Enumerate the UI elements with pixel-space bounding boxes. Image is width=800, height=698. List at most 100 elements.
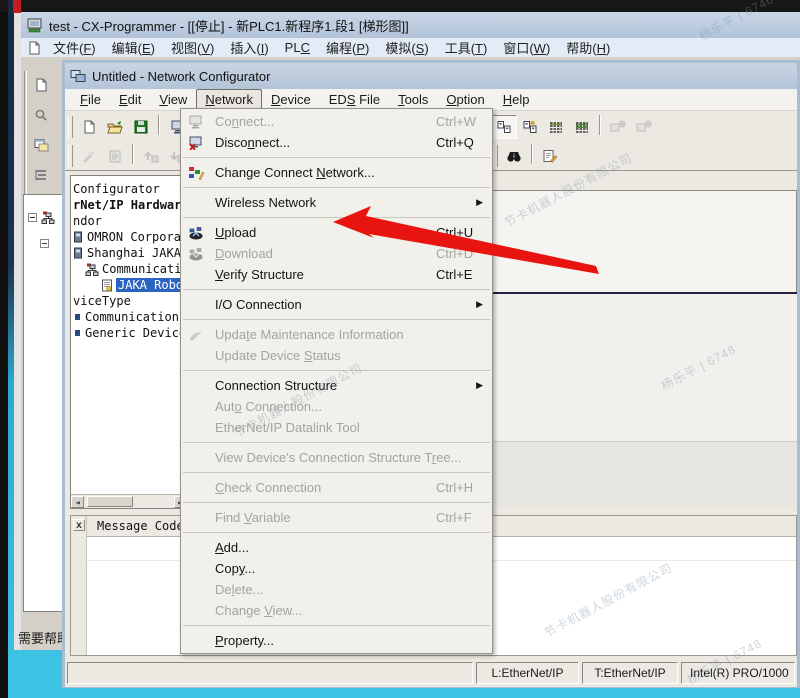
menu-separator [183,187,490,188]
menu-item-wireless-network[interactable]: Wireless Network▶ [181,192,492,213]
cx-menu-program[interactable]: 编程(P) [318,37,377,58]
menu-item-auto-connection[interactable]: Auto Connection... [181,396,492,417]
menu-item-add[interactable]: Add... [181,537,492,558]
cx-menu-tools[interactable]: 工具(T) [437,37,496,58]
tree-item-label: rNet/IP Hardware [73,198,188,212]
tree-item-label: Communication [102,262,188,276]
tree-item-generic-device[interactable]: Generic Device [71,325,187,341]
nc-menu-eds-file[interactable]: EDS File [320,89,389,110]
menu-item-update-device-status[interactable]: Update Device Status [181,345,492,366]
menu-item-disconnect[interactable]: Disconnect...Ctrl+Q [181,132,492,153]
tree-item-omron[interactable]: OMRON Corporatio [71,229,187,245]
layout-device-button[interactable] [491,115,517,139]
nc-menu-label: Help [503,92,530,107]
add-device-icon [610,120,626,134]
menu-item-delete[interactable]: Delete... [181,579,492,600]
net-upload-button[interactable] [138,144,164,168]
cx-menu-insert[interactable]: 插入(I) [222,37,276,58]
menu-item-copy[interactable]: Copy... [181,558,492,579]
nc-menu-file[interactable]: File [71,89,110,110]
menu-item-io-connection[interactable]: I/O Connection▶ [181,294,492,315]
menu-item-connect[interactable]: Connect...Ctrl+W [181,111,492,132]
connect-icon [188,113,208,130]
menu-item-ethernet-ip-datalink-tool[interactable]: EtherNet/IP Datalink Tool [181,417,492,438]
menu-item-label: Wireless Network [215,195,316,210]
new-file-button[interactable] [29,73,53,97]
nc-menu-device[interactable]: Device [262,89,320,110]
left-edge-red-marker [13,0,21,13]
tree-item-ethernet-ip-hardware[interactable]: rNet/IP Hardware [71,197,187,213]
menu-item-property[interactable]: Property... [181,630,492,651]
nc-titlebar[interactable]: Untitled - Network Configurator [65,63,797,89]
toolbar-handle[interactable] [493,145,498,167]
tree-item-device-type[interactable]: viceType [71,293,187,309]
nc-menu-tools[interactable]: Tools [389,89,437,110]
tree-item-shanghai-jaka[interactable]: Shanghai JAKA Ro [71,245,187,261]
tree-collapse-icon[interactable] [28,213,37,222]
clipboard-button[interactable] [102,144,128,168]
tree-item-jaka-robot[interactable]: JAKA Robot [71,277,187,293]
tree-horizontal-scrollbar[interactable]: ◄ ► [71,494,187,508]
add-device-button[interactable] [605,115,631,139]
nc-menu-network[interactable]: Network [196,89,262,110]
tree-item-communications-adapter[interactable]: Communications A [71,309,187,325]
window-button[interactable] [29,133,53,157]
tree-collapse-icon[interactable] [40,239,49,248]
cx-menu-edit[interactable]: 编辑(E) [104,37,163,58]
tree-item-vendor[interactable]: ndor [71,213,187,229]
menu-item-verify-structure[interactable]: Verify StructureCtrl+E [181,264,492,285]
menu-item-change-view[interactable]: Change View... [181,600,492,621]
scroll-left-icon[interactable]: ◄ [71,496,84,508]
menu-shortcut: Ctrl+Q [432,135,482,150]
tree-item-label: ndor [73,214,102,228]
find-button[interactable] [501,144,527,168]
submenu-arrow-icon: ▶ [476,299,483,310]
scrollbar-thumb[interactable] [87,496,133,507]
table-view-button[interactable] [543,115,569,139]
tree-item-configurator[interactable]: Configurator [71,181,187,197]
save-button[interactable] [128,115,154,139]
menu-item-label: Delete... [215,582,263,597]
cx-menu-help[interactable]: 帮助(H) [558,37,618,58]
remove-device-button[interactable] [631,115,657,139]
open-button[interactable] [102,115,128,139]
menu-item-upload[interactable]: UploadCtrl+U [181,222,492,243]
table-view2-button[interactable] [569,115,595,139]
vendor-icon [73,231,84,243]
cx-project-tree[interactable] [23,194,64,612]
nc-menu-label: Option [446,92,484,107]
cx-menu-file[interactable]: 文件(F) [45,37,104,58]
cx-titlebar[interactable]: test - CX-Programmer - [[停止] - 新PLC1.新程序… [21,12,800,38]
edit-param-button[interactable] [537,144,563,168]
close-message-pane-button[interactable]: x [73,519,85,531]
message-pane-toolbar: x [71,516,87,655]
nc-menu-help[interactable]: Help [494,89,539,110]
menu-separator [183,625,490,626]
cx-menu-view[interactable]: 视图(V) [163,37,222,58]
new-file-button[interactable] [76,115,102,139]
menu-item-change-connect-network[interactable]: Change Connect Network... [181,162,492,183]
cx-menu-window[interactable]: 窗口(W) [495,37,558,58]
nc-menu-option[interactable]: Option [437,89,493,110]
nc-menu-edit[interactable]: Edit [110,89,150,110]
wizard-button[interactable] [76,144,102,168]
tree-item-communication[interactable]: Communication [71,261,187,277]
zoom-button[interactable] [29,103,53,127]
menu-item-view-device-connection-structure-tree[interactable]: View Device's Connection Structure Tree.… [181,447,492,468]
layout-device2-button[interactable] [517,115,543,139]
menu-item-find-variable[interactable]: Find VariableCtrl+F [181,507,492,528]
toolbar-handle[interactable] [68,116,73,138]
toolbar-separator [132,144,134,164]
menu-item-check-connection[interactable]: Check ConnectionCtrl+H [181,477,492,498]
toolbar-handle[interactable] [68,145,73,167]
tree-item-label: Communications A [85,310,188,324]
rungs-button[interactable] [29,163,53,187]
nc-menu-view[interactable]: View [150,89,196,110]
menu-item-label: Upload [215,225,256,240]
cx-menu-plc[interactable]: PLC [277,39,318,56]
menu-shortcut: Ctrl+D [432,246,482,261]
menu-item-update-maintenance-information[interactable]: Update Maintenance Information [181,324,492,345]
cx-menu-simulate[interactable]: 模拟(S) [377,37,436,58]
find-icon [506,149,522,163]
menu-item-download[interactable]: DownloadCtrl+D [181,243,492,264]
